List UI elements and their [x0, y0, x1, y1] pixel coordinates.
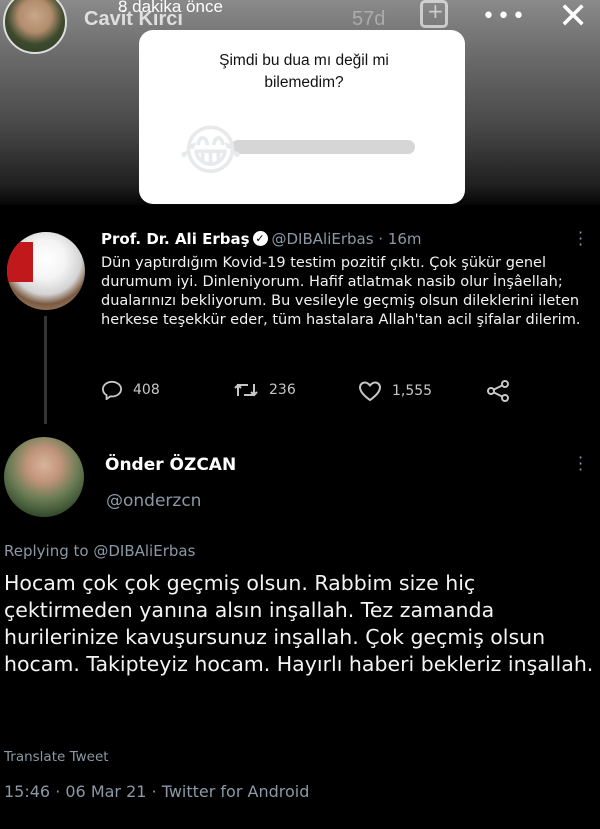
tweet-header: Prof. Dr. Ali Erbaş ✓ @DIBAliErbas · 16m: [101, 230, 422, 248]
reply-icon: [101, 380, 123, 400]
tweet-actions: 408 236 1,555: [101, 380, 521, 404]
story-faded-count: 57d: [352, 8, 386, 30]
tweet-menu-icon[interactable]: · · ·: [578, 225, 583, 253]
poll-sticker[interactable]: Şimdi bu dua mı değil mi bilemedim? 😂: [139, 30, 465, 204]
thread-line: [44, 316, 47, 424]
laughing-emoji-icon[interactable]: 😂: [179, 118, 245, 184]
story-time-ago: 8 dakika önce: [118, 0, 223, 16]
more-options-icon[interactable]: •••: [482, 4, 527, 29]
avatar[interactable]: [7, 232, 85, 310]
replying-to: Replying to @DIBAliErbas: [4, 542, 195, 560]
verified-badge-icon: ✓: [252, 231, 268, 246]
share-button[interactable]: [486, 380, 520, 402]
retweet-button[interactable]: 236: [233, 380, 296, 400]
tweet-text: Dün yaptırdığım Kovid-19 testim pozitif …: [101, 255, 581, 328]
replying-mention-link[interactable]: @DIBAliErbas: [93, 542, 195, 560]
like-button[interactable]: 1,555: [358, 380, 432, 402]
emoji-slider-track[interactable]: [231, 140, 415, 154]
author-handle-time[interactable]: @DIBAliErbas · 16m: [272, 230, 422, 248]
author-name[interactable]: Prof. Dr. Ali Erbaş: [101, 230, 250, 248]
author-name[interactable]: Önder ÖZCAN: [105, 455, 236, 475]
author-handle[interactable]: @onderzcn: [106, 491, 201, 511]
reply-count: 408: [133, 382, 160, 398]
tweet-text: Hocam çok çok geçmiş olsun. Rabbim size …: [4, 571, 594, 676]
poll-question: Şimdi bu dua mı değil mi bilemedim?: [219, 52, 389, 91]
tweet-menu-icon[interactable]: · · ·: [578, 450, 583, 478]
avatar[interactable]: [4, 437, 84, 517]
share-icon: [487, 380, 509, 402]
add-icon[interactable]: [420, 0, 448, 28]
retweet-count: 236: [269, 382, 296, 398]
close-icon[interactable]: ✕: [558, 0, 588, 37]
like-icon: [358, 381, 382, 402]
replying-prefix: Replying to: [4, 542, 89, 560]
story-avatar[interactable]: [3, 0, 67, 54]
story-header: Cavit Kırcı 8 dakika önce 57d ••• ✕ Şimd…: [0, 0, 600, 205]
tweet-timestamp: 15:46 · 06 Mar 21 · Twitter for Android: [4, 782, 310, 801]
retweet-icon: [234, 383, 258, 397]
reply-button[interactable]: 408: [101, 380, 160, 400]
like-count: 1,555: [392, 383, 433, 399]
translate-tweet-link[interactable]: Translate Tweet: [4, 749, 109, 765]
